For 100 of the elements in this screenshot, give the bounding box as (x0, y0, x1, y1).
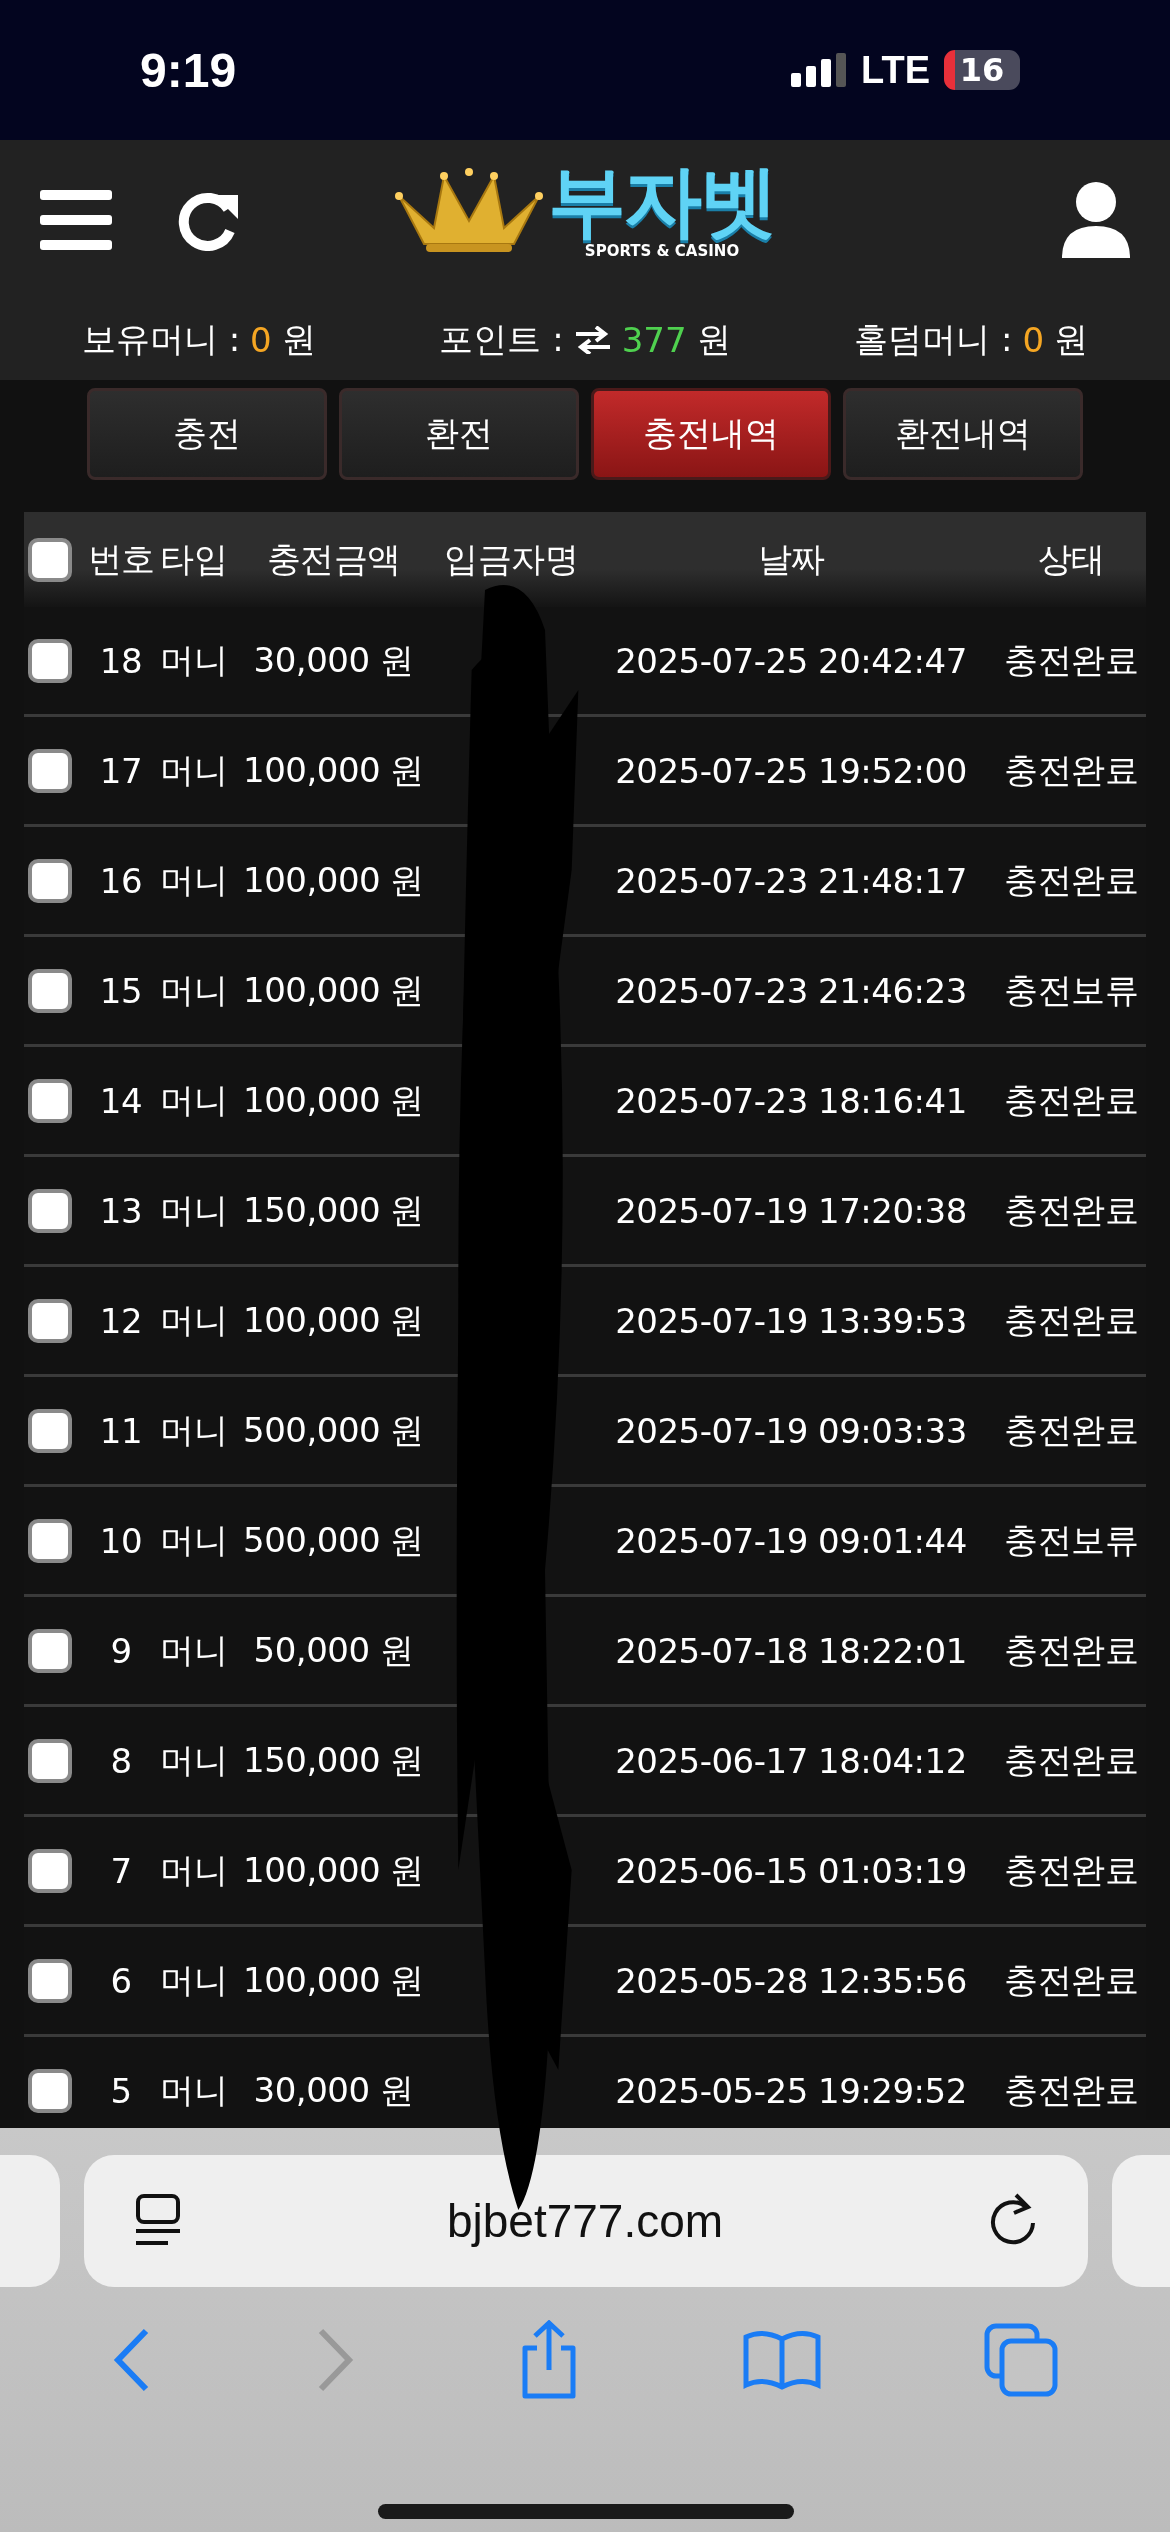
balance-label: 홀덤머니 : (854, 318, 1013, 361)
checkbox[interactable] (28, 748, 72, 793)
table-cell-text: 2025-07-23 21:48:17 (614, 860, 968, 901)
table-cell-text: 100,000 원 (242, 1078, 425, 1122)
table-cell-text: 12 (98, 1300, 144, 1341)
checkbox[interactable] (28, 1188, 72, 1233)
table-cell-text: 머니 (159, 748, 228, 792)
checkbox[interactable] (28, 1628, 72, 1673)
table-cell-text: 충전완료 (1003, 2068, 1139, 2112)
tab[interactable]: 충전내역 (591, 388, 831, 480)
table-cell-text: 100,000 원 (242, 858, 425, 902)
table-cell-text: 충전완료 (1003, 1188, 1139, 1232)
table-cell-text: 머니 (159, 1188, 228, 1232)
checkbox[interactable] (28, 1848, 72, 1893)
network-label: LTE (861, 48, 930, 92)
table-cell-text: 2025-07-23 18:16:41 (614, 1080, 968, 1121)
table-cell-text: 머니 (159, 1298, 228, 1342)
table-cell-text: 머니 (159, 858, 228, 902)
table-cell-text: 8 (109, 1740, 133, 1781)
address-bar[interactable]: bjbet777.com (84, 2155, 1088, 2287)
table-cell-text: 13 (98, 1190, 144, 1231)
table-cell-text: 2025-07-18 18:22:01 (614, 1630, 968, 1671)
checkbox[interactable] (28, 1518, 72, 1563)
table-cell-text: 150,000 원 (242, 1738, 425, 1782)
currency-unit: 원 (281, 318, 316, 361)
checkbox[interactable] (28, 537, 72, 582)
table-cell-text: 충전완료 (1003, 1298, 1139, 1342)
tab[interactable]: 충전 (87, 388, 327, 480)
table-cell-text: 충전완료 (1003, 1738, 1139, 1782)
checkbox[interactable] (28, 1298, 72, 1343)
table-cell-text: 충전완료 (1003, 638, 1139, 682)
table-cell-text: 머니 (159, 968, 228, 1012)
currency-unit: 원 (1054, 318, 1089, 361)
table-cell-text: 2025-06-17 18:04:12 (614, 1740, 968, 1781)
balance-value: 0 (250, 320, 272, 360)
table-cell-text: 충전완료 (1003, 1848, 1139, 1892)
table-cell-text: 2025-05-28 12:35:56 (614, 1960, 968, 2001)
table-cell-text: 16 (98, 860, 144, 901)
checkbox[interactable] (28, 968, 72, 1013)
table-cell-text: 머니 (159, 1738, 228, 1782)
table-cell-text: 머니 (159, 1628, 228, 1672)
table-cell-text: 충전완료 (1003, 858, 1139, 902)
column-header: 상태 (1036, 537, 1106, 581)
tab[interactable]: 환전 (339, 388, 579, 480)
column-header: 타입 (159, 537, 228, 581)
table-cell-text: 머니 (159, 1848, 228, 1892)
balance-label: 보유머니 : (81, 318, 241, 361)
checkbox[interactable] (28, 638, 72, 683)
column-header: 번호 (86, 537, 156, 581)
table-cell-text: 2025-07-23 21:46:23 (614, 970, 968, 1011)
table-cell-text: 100,000 원 (242, 1848, 425, 1892)
checkbox[interactable] (28, 1408, 72, 1453)
table-cell-text: 2025-07-25 19:52:00 (614, 750, 968, 791)
checkbox[interactable] (28, 1738, 72, 1783)
table-cell-text: 150,000 원 (242, 1188, 425, 1232)
table-cell-text: 500,000 원 (242, 1518, 425, 1562)
table-cell-text: 9 (109, 1630, 133, 1671)
table-cell-text: 충전완료 (1003, 748, 1139, 792)
table-cell-text: 2025-07-19 09:01:44 (614, 1520, 968, 1561)
table-cell-text: 2025-07-25 20:42:47 (614, 640, 968, 681)
table-cell-text: 충전완료 (1003, 1628, 1139, 1672)
tab[interactable]: 환전내역 (843, 388, 1083, 480)
table-cell-text: 충전보류 (1003, 1518, 1139, 1562)
column-header: 날짜 (756, 537, 826, 581)
table-cell-text: 5 (109, 2070, 133, 2111)
table-cell-text: 2025-07-19 13:39:53 (614, 1300, 968, 1341)
table-cell-text: 머니 (159, 1408, 228, 1452)
table-cell-text: 머니 (159, 1958, 228, 2002)
table-cell-text: 머니 (159, 638, 228, 682)
table-cell-text: 100,000 원 (242, 748, 425, 792)
checkbox[interactable] (28, 2068, 72, 2113)
url-text: bjbet777.com (446, 2194, 724, 2248)
table-cell-text: 10 (98, 1520, 144, 1561)
checkbox[interactable] (28, 1958, 72, 2003)
table-cell-text: 100,000 원 (242, 1958, 425, 2002)
battery-level: 16 (944, 50, 1020, 90)
checkbox[interactable] (28, 1078, 72, 1123)
checkbox[interactable] (28, 858, 72, 903)
table-cell-text: 2025-07-19 09:03:33 (614, 1410, 968, 1451)
table-cell-text: 100,000 원 (242, 968, 425, 1012)
table-cell-text: 50,000 원 (252, 1628, 415, 1672)
clock-time: 9:19 (140, 42, 237, 98)
menu-icon[interactable] (40, 188, 112, 252)
balance-label: 포인트 : (439, 318, 564, 361)
table-cell-text: 500,000 원 (242, 1408, 425, 1452)
table-cell-text: 2025-07-19 17:20:38 (614, 1190, 968, 1231)
table-cell-text: 15 (98, 970, 144, 1011)
table-cell-text: 11 (98, 1410, 144, 1451)
exchange-icon (573, 326, 612, 354)
user-icon[interactable] (1062, 182, 1130, 258)
table-cell-text: 충전보류 (1003, 968, 1139, 1012)
table-cell-text: 머니 (159, 2068, 228, 2112)
table-cell-text: 18 (98, 640, 144, 681)
table-cell-text: 17 (98, 750, 144, 791)
currency-unit: 원 (696, 318, 731, 361)
logo-subtitle: SPORTS & CASINO (584, 242, 740, 260)
table-cell-text: 충전완료 (1003, 1408, 1139, 1452)
table-cell-text: 2025-06-15 01:03:19 (614, 1850, 968, 1891)
table-cell-text: 2025-05-25 19:29:52 (614, 2070, 968, 2111)
table-cell-text: 머니 (159, 1518, 228, 1562)
